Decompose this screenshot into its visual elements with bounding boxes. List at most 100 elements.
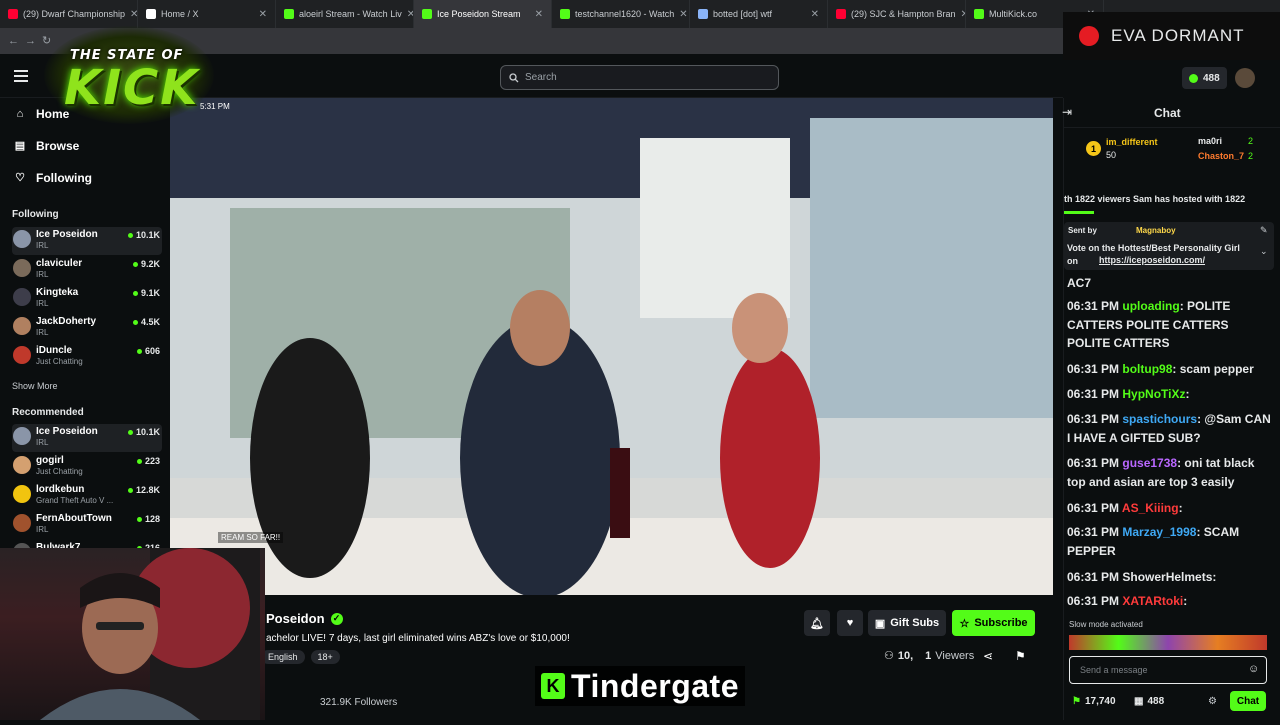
pinned-message: Sent by Magnaboy ✎ Vote on the Hottest/B…: [1064, 222, 1274, 270]
sidebar-channel[interactable]: JackDoherty IRL 4.5K: [12, 314, 162, 342]
browser-tab[interactable]: botted [dot] wtf ✕: [690, 0, 828, 28]
video-player[interactable]: 5:31 PM REAM SO FAR!!: [170, 98, 1053, 595]
recommended-header: Recommended: [12, 407, 84, 418]
sidebar-channel[interactable]: Ice Poseidon IRL 10.1K: [12, 227, 162, 255]
browser-tab[interactable]: Ice Poseidon Stream ✕: [414, 0, 552, 28]
search-input[interactable]: Search: [500, 65, 779, 90]
chat-message: 06:31 PM guse1738: oni tat black top and…: [1067, 456, 1255, 489]
tab-close-icon[interactable]: ✕: [407, 9, 413, 20]
message-username[interactable]: AS_Kiiing: [1122, 501, 1179, 515]
tab-favicon-icon: [974, 9, 984, 19]
browser-tab[interactable]: testchannel1620 - Watch ✕: [552, 0, 690, 28]
browse-icon: ▤: [14, 140, 26, 152]
gift-icon: ▣: [874, 617, 886, 630]
chat-header: ⇥ Chat: [1062, 98, 1280, 128]
pinned-link[interactable]: https://iceposeidon.com/: [1099, 255, 1205, 265]
browser-tab[interactable]: Home / X ✕: [138, 0, 276, 28]
channel-name: JackDoherty: [36, 316, 97, 327]
leader-2-name[interactable]: ma0ri: [1198, 136, 1222, 146]
leader-3-name[interactable]: Chaston_7: [1198, 151, 1244, 161]
show-more-link[interactable]: Show More: [12, 381, 58, 391]
tag-mature[interactable]: 18+: [310, 650, 340, 664]
heart-icon: ♥: [846, 617, 854, 629]
message-username[interactable]: Marzay_1998: [1122, 525, 1196, 539]
chat-input-placeholder: Send a message: [1080, 665, 1148, 675]
browser-tab[interactable]: (29) SJC & Hampton Bran✕: [828, 0, 966, 28]
channel-name: Ice Poseidon: [36, 426, 98, 437]
leader-1-name[interactable]: im_different: [1106, 137, 1158, 147]
tab-close-icon[interactable]: ✕: [130, 9, 137, 20]
sidebar-channel[interactable]: lordkebun Grand Theft Auto V ... 12.8K: [12, 482, 162, 510]
message-username[interactable]: boltup98: [1122, 362, 1172, 376]
tab-close-icon[interactable]: ✕: [535, 9, 543, 20]
host-progress: [1064, 211, 1094, 214]
tab-title: (29) SJC & Hampton Bran: [851, 9, 956, 19]
chat-message: AC7: [1067, 274, 1275, 293]
tab-close-icon[interactable]: ✕: [679, 9, 687, 20]
tag-language[interactable]: English: [261, 650, 305, 664]
streamer-name[interactable]: Poseidon ✓: [266, 611, 343, 626]
gift-subs-button[interactable]: ▣ Gift Subs: [868, 610, 946, 636]
search-placeholder: Search: [525, 72, 557, 83]
channel-category: Grand Theft Auto V ...: [36, 496, 114, 505]
tab-title: testchannel1620 - Watch: [575, 9, 675, 19]
share-icon[interactable]: ⋖: [983, 649, 993, 663]
tab-favicon-icon: [836, 9, 846, 19]
heart-icon: ♡: [15, 172, 25, 184]
browser-tab[interactable]: aloeirl Stream - Watch Liv ✕: [276, 0, 414, 28]
expand-pinned-icon[interactable]: ⌄: [1260, 246, 1268, 257]
channel-avatar: [13, 317, 31, 335]
pinned-sender[interactable]: Magnaboy: [1136, 226, 1176, 235]
message-username[interactable]: spastichours: [1122, 412, 1197, 426]
chat-message: 06:31 PM Marzay_1998: SCAM PEPPER: [1067, 525, 1240, 558]
channel-name: FernAboutTown: [36, 513, 112, 524]
chat-input[interactable]: Send a message ☺: [1069, 656, 1267, 684]
message-username[interactable]: uploading: [1122, 299, 1179, 313]
channel-avatar: [13, 346, 31, 364]
gift-subs-label: Gift Subs: [890, 617, 940, 629]
follow-button[interactable]: ♥: [837, 610, 863, 636]
sidebar-channel[interactable]: FernAboutTown IRL 128: [12, 511, 162, 539]
tab-title: (29) Dwarf Championship: [23, 9, 126, 19]
state-of-kick-logo: THE STATE OF KICK: [36, 26, 222, 126]
message-time: 06:31 PM: [1067, 456, 1120, 470]
settings-icon[interactable]: ⚙: [1208, 696, 1217, 707]
browser-tab[interactable]: (29) Dwarf Championship ✕: [0, 0, 138, 28]
tab-close-icon[interactable]: ✕: [259, 9, 267, 20]
channel-avatar: [13, 485, 31, 503]
message-time: 06:31 PM: [1067, 362, 1120, 376]
header-right: 488: [1063, 54, 1280, 98]
leader-3-value: 2: [1248, 151, 1254, 161]
tab-favicon-icon: [560, 9, 570, 19]
message-username[interactable]: XATARtoki: [1122, 594, 1183, 608]
nav-following[interactable]: ♡ Following: [14, 171, 92, 185]
report-icon[interactable]: ⚑: [1015, 649, 1026, 663]
points-badge[interactable]: 488: [1182, 67, 1227, 89]
notify-button[interactable]: 🔔︎: [804, 610, 830, 636]
message-time: 06:31 PM: [1067, 387, 1120, 401]
sidebar-channel[interactable]: gogirl Just Chatting 223: [12, 453, 162, 481]
chat-message: 06:31 PM uploading: POLITE CATTERS POLIT…: [1067, 299, 1231, 350]
subscribe-button[interactable]: ☆ Subscribe: [952, 610, 1035, 636]
slow-mode-notice: Slow mode activated: [1069, 620, 1143, 629]
sidebar-channel[interactable]: Ice Poseidon IRL 10.1K: [12, 424, 162, 452]
sidebar-channel[interactable]: iDuncle Just Chatting 606: [12, 343, 162, 371]
following-header: Following: [12, 209, 59, 220]
tab-close-icon[interactable]: ✕: [811, 9, 819, 20]
emote-bar[interactable]: [1069, 635, 1267, 650]
message-username[interactable]: guse1738: [1122, 456, 1177, 470]
avatar[interactable]: [1235, 68, 1255, 88]
menu-icon[interactable]: [14, 70, 28, 82]
nav-browse[interactable]: ▤ Browse: [14, 139, 80, 153]
chat-send-button[interactable]: Chat: [1230, 691, 1266, 711]
message-username[interactable]: HypNoTiXz: [1122, 387, 1185, 401]
message-username[interactable]: ShowerHelmets: [1122, 570, 1212, 584]
sidebar-channel[interactable]: claviculer IRL 9.2K: [12, 256, 162, 284]
chat-footer-points: ⚑ 17,740: [1072, 696, 1116, 707]
stream-title: achelor LIVE! 7 days, last girl eliminat…: [266, 633, 570, 644]
emoji-icon[interactable]: ☺: [1248, 663, 1259, 675]
collapse-chat-icon[interactable]: ⇥: [1062, 105, 1072, 119]
pinned-sent-by: Sent by: [1068, 226, 1097, 235]
unpin-icon[interactable]: ✎: [1260, 225, 1268, 236]
sidebar-channel[interactable]: Kingteka IRL 9.1K: [12, 285, 162, 313]
